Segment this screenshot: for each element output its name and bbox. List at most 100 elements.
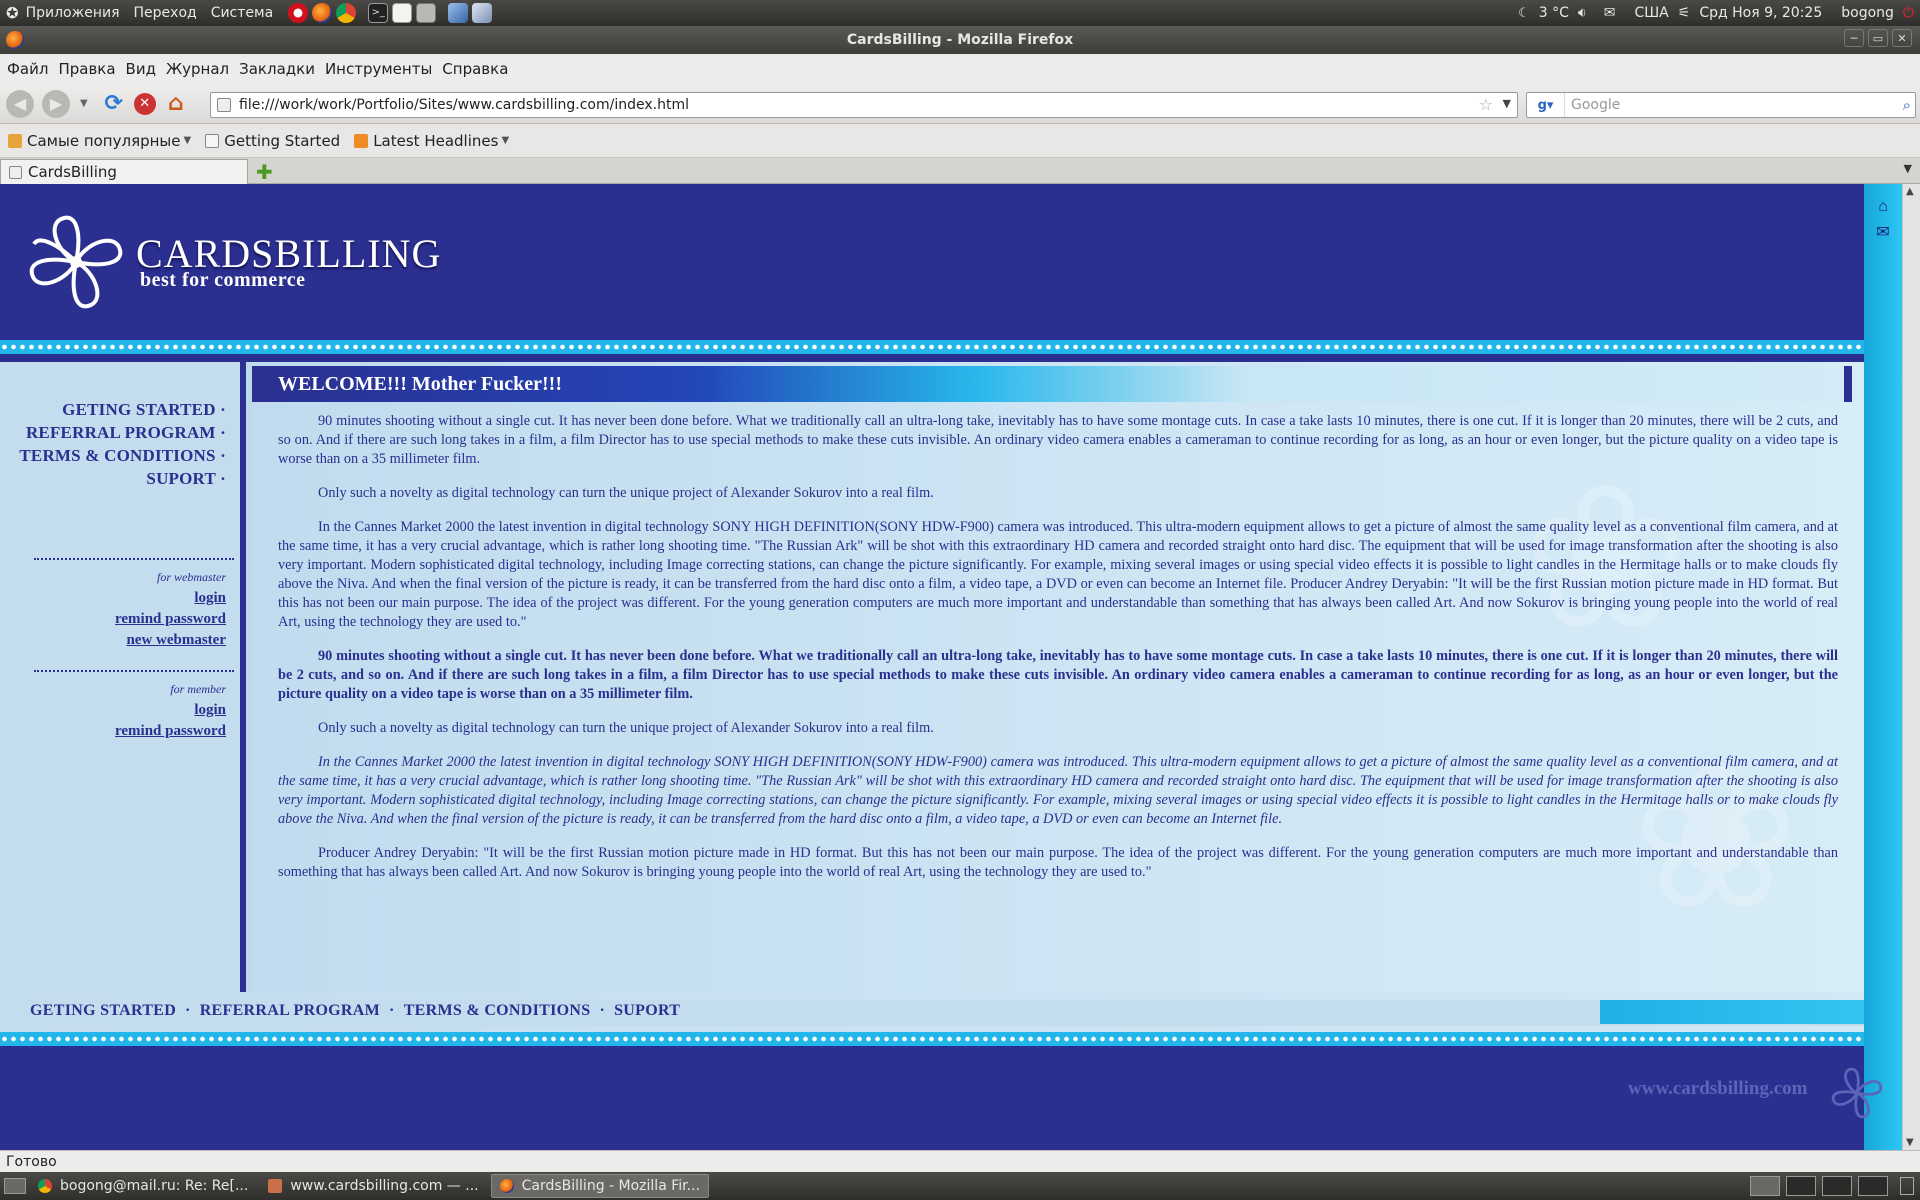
scroll-down-icon[interactable]: ▼ <box>1906 1137 1914 1148</box>
firefox-icon <box>6 31 24 49</box>
window-title: CardsBilling - Mozilla Firefox <box>846 32 1074 48</box>
sidebar-link-support[interactable]: SUPORT · <box>19 467 226 490</box>
menu-bookmarks[interactable]: Закладки <box>234 60 320 78</box>
clover-logo-icon[interactable] <box>26 212 126 312</box>
workspace-2[interactable] <box>1786 1176 1816 1196</box>
menu-system[interactable]: Система <box>204 5 280 21</box>
sidebar-link-referral-program[interactable]: REFERRAL PROGRAM · <box>19 421 226 444</box>
url-dropdown-icon[interactable]: ▼ <box>1503 97 1511 110</box>
footer-nav: GETING STARTED · REFERRAL PROGRAM · TERMS & … <box>0 1000 1864 1026</box>
search-go-icon[interactable]: ⌕ <box>1903 96 1911 114</box>
bookmark-latest-headlines[interactable]: Latest Headlines ▼ <box>354 132 509 150</box>
bookmark-getting-started[interactable]: Getting Started <box>205 132 340 150</box>
opera-icon[interactable] <box>288 3 309 23</box>
clock[interactable]: Срд Ноя 9, 20:25 <box>1699 5 1822 21</box>
menu-file[interactable]: Файл <box>2 60 53 78</box>
back-icon[interactable]: ◀ <box>6 89 34 118</box>
user-menu[interactable]: bogong <box>1841 5 1894 21</box>
menu-tools[interactable]: Инструменты <box>320 60 437 78</box>
menu-view[interactable]: Вид <box>121 60 161 78</box>
chevron-down-icon: ▼ <box>183 135 192 146</box>
show-desktop-icon[interactable] <box>4 1178 26 1194</box>
calculator-icon[interactable] <box>416 3 437 23</box>
webmaster-remind-password-link[interactable]: remind password <box>115 609 226 630</box>
bookmark-star-icon[interactable]: ☆ <box>1479 95 1493 114</box>
email-envelope-icon[interactable]: ✉ <box>1874 222 1892 241</box>
footer-separator: · <box>389 1002 395 1019</box>
menu-help[interactable]: Справка <box>437 60 513 78</box>
scroll-up-icon[interactable]: ▲ <box>1906 186 1914 197</box>
site-header: CARDSBILLING best for commerce <box>0 184 1902 340</box>
forward-icon[interactable]: ▶ <box>42 89 70 118</box>
keyboard-layout[interactable]: США <box>1634 5 1668 21</box>
bookmark-label: Getting Started <box>224 131 341 150</box>
search-bar[interactable]: g▾ Google ⌕ <box>1526 92 1916 118</box>
member-label: for member <box>170 682 226 696</box>
member-remind-password-link[interactable]: remind password <box>115 721 226 742</box>
taskbar-label: bogong@mail.ru: Re: Re[... <box>60 1178 249 1194</box>
chrome-icon[interactable] <box>336 3 357 23</box>
workspace-4[interactable] <box>1858 1176 1888 1196</box>
power-icon[interactable]: ⏻ <box>1903 5 1914 21</box>
new-tab-icon[interactable]: ✚ <box>256 160 273 184</box>
maximize-button[interactable]: ▭ <box>1868 29 1888 47</box>
footer-link-support[interactable]: SUPORT <box>614 1002 680 1019</box>
webmaster-login-link[interactable]: login <box>115 588 226 609</box>
reload-icon[interactable]: ⟳ <box>100 90 128 118</box>
weather-icon: ☾ <box>1518 5 1530 21</box>
ubuntu-logo-icon[interactable]: ✪ <box>6 4 19 22</box>
tab-cardsbilling[interactable]: CardsBilling <box>0 159 248 184</box>
stop-icon[interactable]: ✕ <box>133 92 156 115</box>
close-button[interactable]: ✕ <box>1892 29 1912 47</box>
firefox-icon[interactable] <box>312 3 333 23</box>
minimize-button[interactable]: ─ <box>1844 29 1864 47</box>
terminal-icon[interactable]: >_ <box>368 3 389 23</box>
footer-site-url[interactable]: www.cardsbilling.com <box>1628 1078 1807 1100</box>
window-titlebar[interactable]: CardsBilling - Mozilla Firefox ─ ▭ ✕ <box>0 26 1920 54</box>
text-editor-icon[interactable] <box>392 3 413 23</box>
bookmark-most-visited[interactable]: Самые популярные ▼ <box>8 132 191 150</box>
volume-icon[interactable]: 🔉︎ <box>1578 5 1587 21</box>
url-bar[interactable]: file:///work/work/Portfolio/Sites/www.ca… <box>210 92 1518 118</box>
network-icon[interactable]: ⚟ <box>1678 5 1691 21</box>
footer-links: GETING STARTED · REFERRAL PROGRAM · TERMS & … <box>30 1002 680 1020</box>
article-body: 90 minutes shooting without a single cut… <box>278 412 1838 897</box>
taskbar-item-mail[interactable]: bogong@mail.ru: Re: Re[... <box>30 1174 256 1198</box>
menu-edit[interactable]: Правка <box>53 60 120 78</box>
search-engine-icon[interactable]: g▾ <box>1527 93 1565 117</box>
logo-subtitle: best for commerce <box>140 269 306 291</box>
article-paragraph-bold: 90 minutes shooting without a single cut… <box>278 648 1838 702</box>
menu-applications[interactable]: Приложения <box>19 5 127 21</box>
footer-link-referral-program[interactable]: REFERRAL PROGRAM <box>200 1002 380 1019</box>
history-dropdown-icon[interactable]: ▼ <box>80 98 88 109</box>
workspace-1[interactable] <box>1750 1176 1780 1196</box>
sidebar-link-getting-started[interactable]: GETING STARTED · <box>19 398 226 421</box>
mail-icon[interactable]: ✉ <box>1604 5 1616 21</box>
virtualbox-icon[interactable] <box>448 3 469 23</box>
firefox-icon <box>499 1179 514 1193</box>
folder-rss-icon <box>8 133 22 148</box>
chrome-icon <box>38 1179 52 1193</box>
home-icon[interactable]: ⌂ <box>162 90 190 118</box>
virtualbox-icon[interactable] <box>472 3 493 23</box>
sidebar-link-terms[interactable]: TERMS & CONDITIONS · <box>19 444 226 467</box>
home-print-icon[interactable]: ⌂ <box>1874 198 1892 216</box>
footer-link-terms[interactable]: TERMS & CONDITIONS <box>404 1002 591 1019</box>
tab-list-dropdown-icon[interactable]: ▼ <box>1904 162 1912 175</box>
vertical-scrollbar[interactable]: ▲ ▼ <box>1902 184 1920 1150</box>
menu-places[interactable]: Переход <box>127 5 204 21</box>
url-text: file:///work/work/Portfolio/Sites/www.ca… <box>239 97 689 113</box>
footer-link-getting-started[interactable]: GETING STARTED <box>30 1002 176 1019</box>
workspace-3[interactable] <box>1822 1176 1852 1196</box>
taskbar-item-firefox[interactable]: CardsBilling - Mozilla Fir... <box>490 1174 709 1198</box>
trash-icon[interactable] <box>1900 1177 1914 1195</box>
search-input[interactable]: Google <box>1565 97 1620 113</box>
new-webmaster-link[interactable]: new webmaster <box>115 630 226 651</box>
weather-temp[interactable]: 3 °C <box>1539 5 1569 21</box>
member-login-link[interactable]: login <box>115 700 226 721</box>
sidebar-divider <box>34 558 234 560</box>
content-panel: ❀ ❀ WELCOME!!! Mother Fucker!!! 90 minut… <box>252 362 1864 992</box>
taskbar-item-editor[interactable]: www.cardsbilling.com — ... <box>260 1174 486 1198</box>
system-top-panel: ✪ Приложения Переход Система >_ ☾ 3 °C 🔉… <box>0 0 1920 26</box>
menu-history[interactable]: Журнал <box>161 60 234 78</box>
